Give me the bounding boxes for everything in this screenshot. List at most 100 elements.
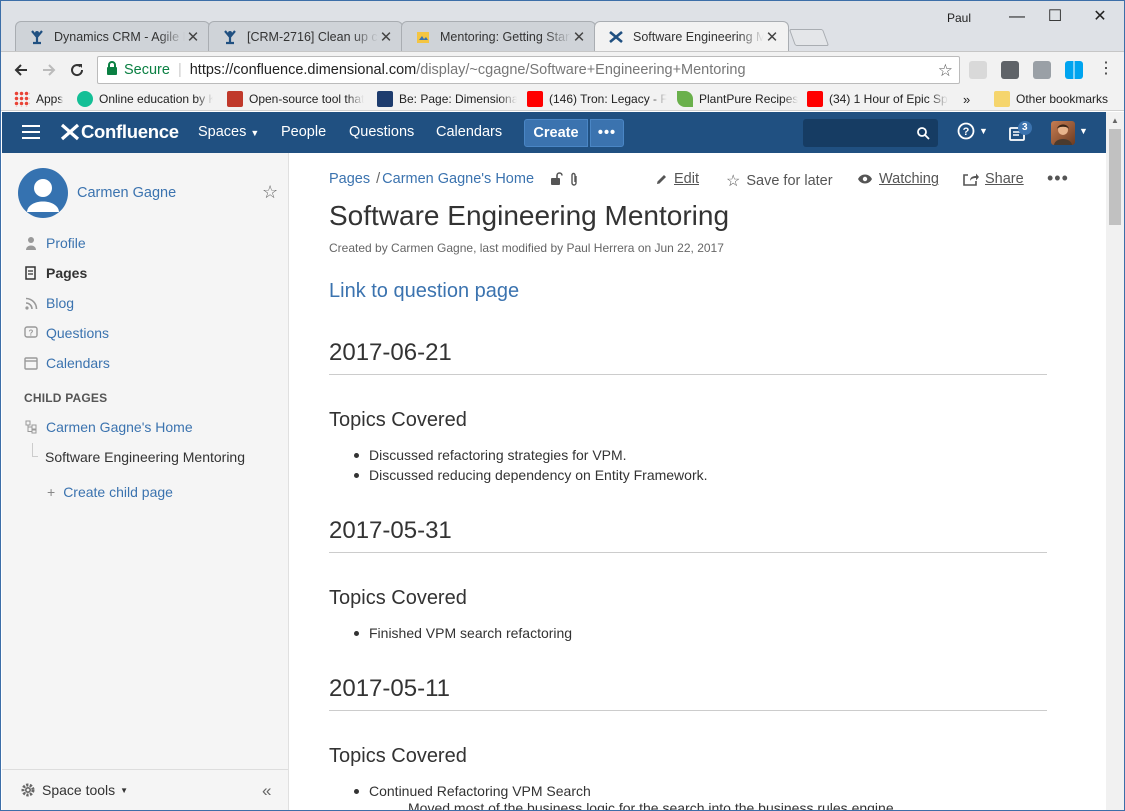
url-scheme: https:// [189, 62, 234, 78]
tab-mentoring-getting-started[interactable]: Mentoring: Getting Started ✕ [401, 21, 596, 51]
bookmark-be-page[interactable]: Be: Page: Dimensional [377, 90, 517, 108]
breadcrumb-separator: / [376, 171, 381, 187]
close-icon[interactable]: ✕ [571, 28, 587, 46]
nav-calendars[interactable]: Calendars [436, 124, 502, 140]
sidebar-item-questions[interactable]: ? Questions [24, 323, 109, 343]
pages-icon [24, 266, 38, 280]
page-scrollbar[interactable]: ▲ [1106, 112, 1124, 810]
other-bookmarks[interactable]: Other bookmarks [994, 90, 1114, 108]
nav-people[interactable]: People [281, 124, 326, 140]
maximize-button[interactable]: ☐ [1043, 5, 1067, 29]
sidebar-item-calendars[interactable]: Calendars [24, 353, 110, 373]
chevron-down-icon: ▼ [979, 126, 988, 136]
tree-item-current[interactable]: Software Engineering Mentoring [45, 447, 245, 467]
close-icon[interactable]: ✕ [185, 28, 201, 46]
save-for-later-button[interactable]: ☆ Save for later [726, 171, 833, 191]
bookmark-tron[interactable]: (146) Tron: Legacy - F [527, 90, 667, 108]
breadcrumb-home[interactable]: Carmen Gagne's Home [382, 171, 534, 187]
bookmark-apps[interactable]: Apps [14, 90, 70, 108]
folder-icon [994, 91, 1010, 107]
user-avatar[interactable] [1051, 121, 1075, 145]
hamburger-icon[interactable] [22, 125, 40, 139]
more-actions-button[interactable]: ••• [1047, 168, 1069, 189]
back-button[interactable] [9, 58, 33, 82]
bookmark-plantpure[interactable]: PlantPure Recipes [677, 90, 801, 108]
tree-item-label: Software Engineering Mentoring [45, 449, 246, 465]
bookmark-epic[interactable]: (34) 1 Hour of Epic Sp [807, 90, 951, 108]
scrollbar-thumb[interactable] [1109, 129, 1121, 225]
extension-evernote-icon[interactable] [1001, 61, 1019, 79]
create-more-button[interactable]: ••• [590, 119, 624, 147]
tab-strip: Dynamics CRM - Agile Board ✕ [CRM-2716] … [1, 1, 1124, 51]
create-button[interactable]: Create [524, 119, 588, 147]
tab-dynamics-crm[interactable]: Dynamics CRM - Agile Board ✕ [15, 21, 210, 51]
collapse-sidebar-icon[interactable]: « [262, 781, 271, 801]
help-menu[interactable]: ? ▼ [957, 122, 988, 140]
paperclip-icon[interactable] [569, 172, 579, 187]
space-tools-button[interactable]: Space tools ▼ [20, 782, 128, 798]
space-avatar[interactable] [18, 168, 68, 218]
bookmark-label: PlantPure Recipes [699, 92, 799, 106]
sidebar-item-pages[interactable]: Pages [24, 263, 87, 283]
confluence-logo-icon [60, 123, 80, 141]
nav-spaces-label: Spaces [198, 124, 247, 140]
other-bookmarks-label: Other bookmarks [1016, 92, 1109, 106]
close-icon[interactable]: ✕ [764, 28, 780, 46]
sidebar-item-label: Blog [46, 295, 75, 311]
breadcrumb-pages[interactable]: Pages [329, 171, 370, 187]
confluence-logo[interactable]: Confluence [60, 121, 179, 143]
windows-icon[interactable] [1065, 61, 1083, 79]
question-page-link[interactable]: Link to question page [329, 280, 519, 303]
close-window-button[interactable]: ✕ [1088, 5, 1112, 29]
nav-spaces[interactable]: Spaces ▼ [198, 124, 259, 140]
profile-name[interactable]: Paul [947, 11, 971, 25]
sidebar-item-blog[interactable]: Blog [24, 293, 74, 313]
share-button[interactable]: Share [963, 171, 1024, 187]
bookmark-khan[interactable]: Online education by Khan [77, 90, 213, 108]
sidebar-item-profile[interactable]: Profile [24, 233, 86, 253]
tab-crm-2716[interactable]: [CRM-2716] Clean up code ✕ [208, 21, 403, 51]
close-icon[interactable]: ✕ [378, 28, 394, 46]
confluence-icon [607, 28, 625, 46]
tree-item-home[interactable]: Carmen Gagne's Home [24, 417, 193, 437]
create-child-page-link[interactable]: + Create child page [47, 484, 173, 500]
bookmark-label: Open-source tool that [249, 92, 365, 106]
scroll-up-icon[interactable]: ▲ [1106, 112, 1124, 129]
forward-button[interactable] [37, 58, 61, 82]
tab-software-engineering-mentoring[interactable]: Software Engineering Mentoring ✕ [594, 21, 789, 51]
bookmark-star-icon[interactable]: ☆ [938, 61, 953, 81]
watching-button[interactable]: Watching [857, 171, 939, 187]
new-tab-button[interactable] [788, 29, 830, 46]
space-sidebar: Carmen Gagne ☆ Profile Pages Blog ? Ques… [2, 153, 289, 810]
section-date-heading: 2017-05-31 [329, 517, 452, 544]
tree-expand-icon[interactable] [24, 420, 38, 434]
star-icon[interactable]: ☆ [262, 182, 278, 203]
minimize-button[interactable]: — [1005, 5, 1029, 29]
sidebar-item-label: Calendars [46, 355, 110, 371]
section-date-heading: 2017-06-21 [329, 339, 452, 366]
breadcrumb: Pages / Carmen Gagne's Home [329, 171, 579, 187]
arrow-left-icon [14, 64, 27, 76]
extension-cast-icon[interactable] [969, 61, 987, 79]
help-icon: ? [957, 122, 975, 140]
bookmark-open-source[interactable]: Open-source tool that [227, 90, 367, 108]
edit-button[interactable]: Edit [655, 171, 699, 187]
nav-questions[interactable]: Questions [349, 124, 414, 140]
reload-button[interactable] [65, 58, 89, 82]
menu-kebab-icon[interactable]: ⋮ [1098, 58, 1114, 77]
unlock-icon[interactable] [550, 172, 563, 186]
youtube-icon [807, 91, 823, 107]
extension-tab-icon[interactable] [1033, 61, 1051, 79]
chevron-down-icon[interactable]: ▼ [1079, 126, 1088, 136]
space-name-link[interactable]: Carmen Gagne [77, 185, 176, 201]
youtube-icon [527, 91, 543, 107]
address-bar[interactable]: Secure | https://confluence.dimensional.… [97, 56, 960, 84]
url-separator: | [177, 62, 182, 78]
search-input[interactable] [803, 119, 938, 147]
topics-list: Finished VPM search refactoring [353, 623, 572, 643]
reload-icon [71, 64, 84, 77]
logo-text: Confluence [81, 121, 179, 142]
chevron-down-icon: ▼ [250, 128, 260, 138]
chevron-down-icon: ▼ [120, 785, 129, 795]
bookmarks-overflow[interactable]: » [963, 90, 977, 108]
